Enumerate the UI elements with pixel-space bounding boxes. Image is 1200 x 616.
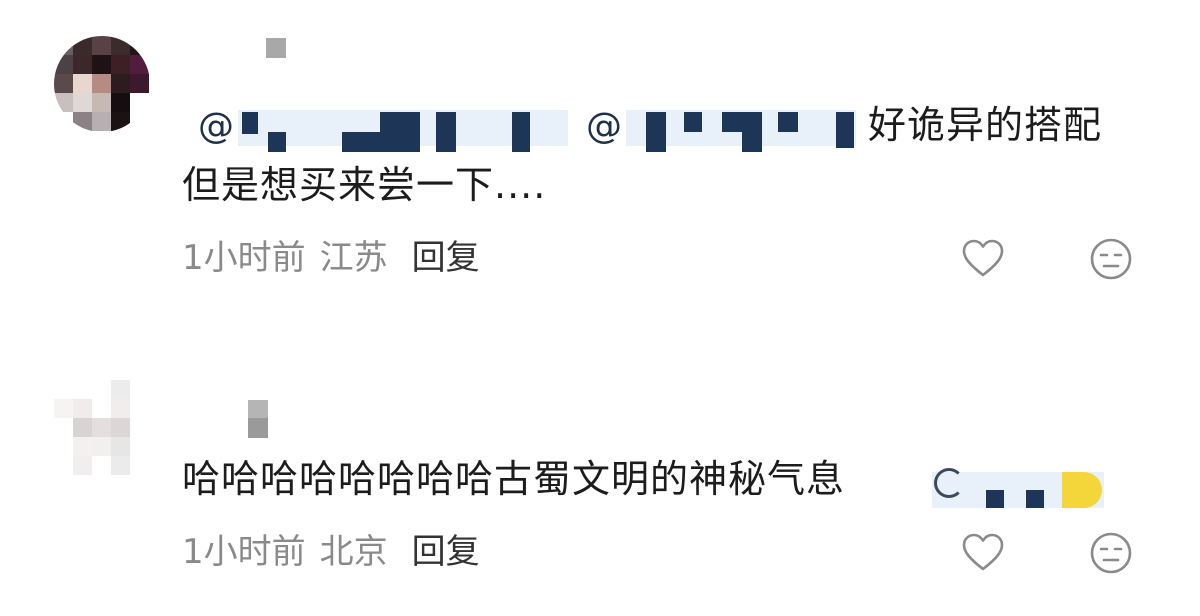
username-redacted[interactable] bbox=[248, 418, 268, 438]
emoji-redacted bbox=[934, 468, 964, 498]
emoji-redacted bbox=[1062, 472, 1102, 508]
reply-button[interactable]: 回复 bbox=[412, 532, 480, 572]
heart-outline-icon[interactable] bbox=[960, 530, 1006, 576]
meh-face-icon[interactable] bbox=[1088, 530, 1134, 576]
comment-text-line: 哈哈哈哈哈哈哈哈古蜀文明的神秘气息 bbox=[182, 457, 846, 501]
comment-location: 北京 bbox=[319, 532, 388, 572]
comment-item-2: 哈哈哈哈哈哈哈哈古蜀文明的神秘气息 1小时前 北京 回复 bbox=[0, 0, 1200, 616]
comment-meta: 1小时前 北京 回复 bbox=[182, 532, 480, 572]
comment-time: 1小时前 bbox=[182, 532, 306, 572]
emoji-redacted bbox=[1026, 490, 1044, 508]
avatar[interactable] bbox=[54, 380, 150, 476]
emoji-redacted bbox=[986, 490, 1004, 508]
username-redacted[interactable] bbox=[248, 400, 268, 420]
